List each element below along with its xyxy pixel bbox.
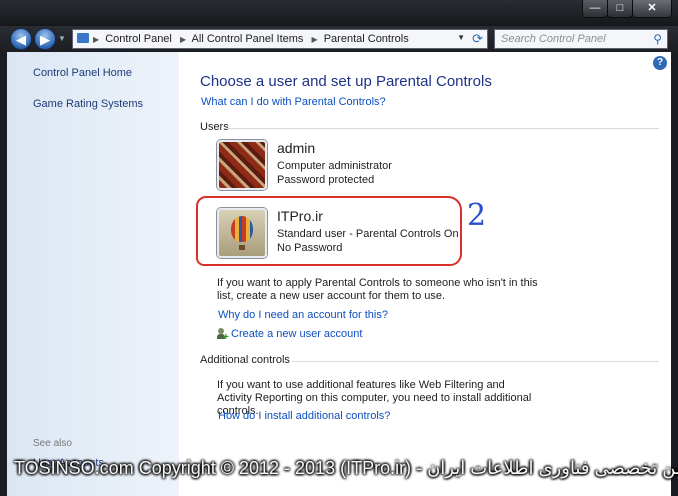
forward-arrow-icon: ▶	[40, 32, 50, 47]
divider	[292, 361, 659, 362]
annotation-number: 2	[467, 198, 487, 233]
game-rating-systems-link[interactable]: Game Rating Systems	[33, 98, 143, 110]
page-title: Choose a user and set up Parental Contro…	[200, 73, 492, 90]
chevron-right-icon[interactable]: ▶	[93, 35, 99, 44]
search-input[interactable]: Search Control Panel	[501, 33, 606, 45]
main-content: ? Choose a user and set up Parental Cont…	[179, 52, 671, 496]
maximize-button[interactable]: □	[607, 0, 633, 18]
what-can-i-do-link[interactable]: What can I do with Parental Controls?	[201, 96, 386, 108]
control-panel-icon	[77, 33, 89, 43]
refresh-icon[interactable]: ⟳	[472, 31, 483, 47]
minimize-button[interactable]: —	[582, 0, 608, 18]
address-bar[interactable]: ▶ Control Panel ▶ All Control Panel Item…	[72, 29, 488, 49]
see-also-heading: See also	[33, 438, 72, 449]
additional-controls-label: Additional controls	[200, 354, 290, 366]
apply-instructions: If you want to apply Parental Controls t…	[217, 277, 538, 302]
account-status: Password protected	[277, 174, 375, 186]
account-type: Computer administrator	[277, 160, 392, 172]
navigation-bar: ◀ ▶ ▼ ▶ Control Panel ▶ All Control Pane…	[0, 26, 678, 52]
search-icon[interactable]: ⚲	[653, 32, 662, 46]
breadcrumb-all-items[interactable]: All Control Panel Items	[192, 33, 304, 45]
recent-pages-dropdown-icon[interactable]: ▼	[58, 34, 66, 43]
breadcrumb-parental-controls[interactable]: Parental Controls	[324, 33, 409, 45]
user-picture	[217, 140, 267, 190]
chevron-right-icon[interactable]: ▶	[180, 35, 186, 44]
forward-button[interactable]: ▶	[34, 28, 56, 50]
back-button[interactable]: ◀	[10, 28, 32, 50]
close-button[interactable]: ✕	[632, 0, 672, 18]
divider	[225, 128, 659, 129]
users-group-label: Users	[200, 121, 229, 133]
create-user-account-link[interactable]: Create a new user account	[231, 328, 362, 340]
annotation-highlight-box	[196, 196, 462, 266]
help-icon[interactable]: ?	[653, 56, 667, 70]
why-account-link[interactable]: Why do I need an account for this?	[218, 309, 388, 321]
chevron-right-icon[interactable]: ▶	[312, 35, 318, 44]
install-controls-link[interactable]: How do I install additional controls?	[218, 410, 390, 422]
breadcrumb-control-panel[interactable]: Control Panel	[105, 33, 172, 45]
back-arrow-icon: ◀	[16, 32, 26, 47]
account-name: admin	[277, 140, 316, 156]
watermark: TOSINSO.com Copyright © 2012 - 2013 (ITP…	[14, 458, 678, 478]
search-box[interactable]: Search Control Panel ⚲	[494, 29, 668, 49]
breadcrumb: ▶ Control Panel ▶ All Control Panel Item…	[91, 33, 412, 45]
title-bar: — □ ✕	[0, 0, 678, 26]
control-panel-home-link[interactable]: Control Panel Home	[33, 67, 132, 79]
add-user-icon[interactable]: +	[217, 328, 229, 343]
left-navigation-pane: Control Panel Home Game Rating Systems S…	[7, 52, 179, 496]
address-dropdown-icon[interactable]: ▼	[457, 33, 465, 42]
